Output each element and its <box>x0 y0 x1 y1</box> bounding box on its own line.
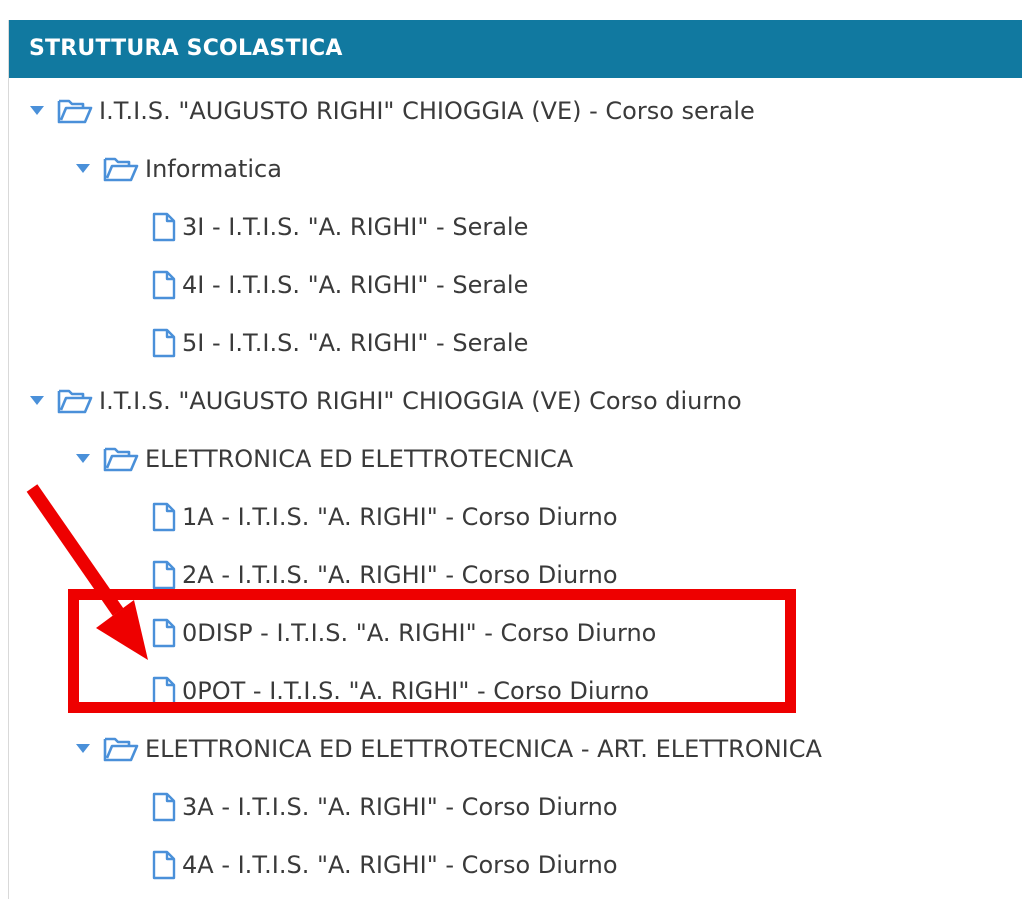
tree-node-label: 1A - I.T.I.S. "A. RIGHI" - Corso Diurno <box>182 503 618 531</box>
tree-node-label: 4I - I.T.I.S. "A. RIGHI" - Serale <box>182 271 529 299</box>
tree-node-course-informatica[interactable]: Informatica <box>75 149 282 189</box>
tree-node-label: 0POT - I.T.I.S. "A. RIGHI" - Corso Diurn… <box>182 677 650 705</box>
tree-node-class[interactable]: 5I - I.T.I.S. "A. RIGHI" - Serale <box>152 323 528 363</box>
tree-node-label: 2A - I.T.I.S. "A. RIGHI" - Corso Diurno <box>182 561 618 589</box>
file-icon <box>152 560 176 590</box>
file-icon <box>152 270 176 300</box>
file-icon <box>152 850 176 880</box>
folder-open-icon <box>57 97 93 125</box>
folder-open-icon <box>103 445 139 473</box>
tree-node-label: 5I - I.T.I.S. "A. RIGHI" - Serale <box>182 329 529 357</box>
file-icon <box>152 676 176 706</box>
tree-node-class[interactable]: 4A - I.T.I.S. "A. RIGHI" - Corso Diurno <box>152 845 618 885</box>
tree-node-label: ELETTRONICA ED ELETTROTECNICA - ART. ELE… <box>145 735 822 763</box>
tree-node-class-highlighted[interactable]: 0POT - I.T.I.S. "A. RIGHI" - Corso Diurn… <box>152 671 649 711</box>
tree-node-label: 3I - I.T.I.S. "A. RIGHI" - Serale <box>182 213 529 241</box>
caret-down-icon[interactable] <box>75 439 91 479</box>
tree-node-school-serale[interactable]: I.T.I.S. "AUGUSTO RIGHI" CHIOGGIA (VE) -… <box>29 91 755 131</box>
tree-node-label: ELETTRONICA ED ELETTROTECNICA <box>145 445 574 473</box>
tree-node-class[interactable]: 2A - I.T.I.S. "A. RIGHI" - Corso Diurno <box>152 555 618 595</box>
file-icon <box>152 212 176 242</box>
tree-node-label: 0DISP - I.T.I.S. "A. RIGHI" - Corso Diur… <box>182 619 657 647</box>
folder-open-icon <box>103 735 139 763</box>
caret-down-icon[interactable] <box>75 149 91 189</box>
caret-down-icon[interactable] <box>29 381 45 421</box>
tree-node-course-elettronica-art[interactable]: ELETTRONICA ED ELETTROTECNICA - ART. ELE… <box>75 729 822 769</box>
folder-open-icon <box>103 155 139 183</box>
caret-down-icon[interactable] <box>75 729 91 769</box>
tree-node-label: 4A - I.T.I.S. "A. RIGHI" - Corso Diurno <box>182 851 618 879</box>
panel-title: STRUTTURA SCOLASTICA <box>9 20 1022 78</box>
tree-node-class[interactable]: 4I - I.T.I.S. "A. RIGHI" - Serale <box>152 265 528 305</box>
tree-node-class[interactable]: 3I - I.T.I.S. "A. RIGHI" - Serale <box>152 207 528 247</box>
file-icon <box>152 502 176 532</box>
file-icon <box>152 618 176 648</box>
tree-node-label: 3A - I.T.I.S. "A. RIGHI" - Corso Diurno <box>182 793 618 821</box>
tree-node-label: I.T.I.S. "AUGUSTO RIGHI" CHIOGGIA (VE) C… <box>99 387 742 415</box>
caret-down-icon[interactable] <box>29 91 45 131</box>
tree-node-course-elettronica[interactable]: ELETTRONICA ED ELETTROTECNICA <box>75 439 573 479</box>
file-icon <box>152 792 176 822</box>
file-icon <box>152 328 176 358</box>
tree-node-class[interactable]: 3A - I.T.I.S. "A. RIGHI" - Corso Diurno <box>152 787 618 827</box>
tree-node-class-highlighted[interactable]: 0DISP - I.T.I.S. "A. RIGHI" - Corso Diur… <box>152 613 656 653</box>
tree-node-class[interactable]: 1A - I.T.I.S. "A. RIGHI" - Corso Diurno <box>152 497 618 537</box>
school-structure-panel: STRUTTURA SCOLASTICA I.T.I.S. "AUGUSTO R… <box>8 20 1022 899</box>
tree-node-label: Informatica <box>145 155 282 183</box>
tree-node-school-diurno[interactable]: I.T.I.S. "AUGUSTO RIGHI" CHIOGGIA (VE) C… <box>29 381 742 421</box>
folder-open-icon <box>57 387 93 415</box>
tree-node-label: I.T.I.S. "AUGUSTO RIGHI" CHIOGGIA (VE) -… <box>99 97 755 125</box>
